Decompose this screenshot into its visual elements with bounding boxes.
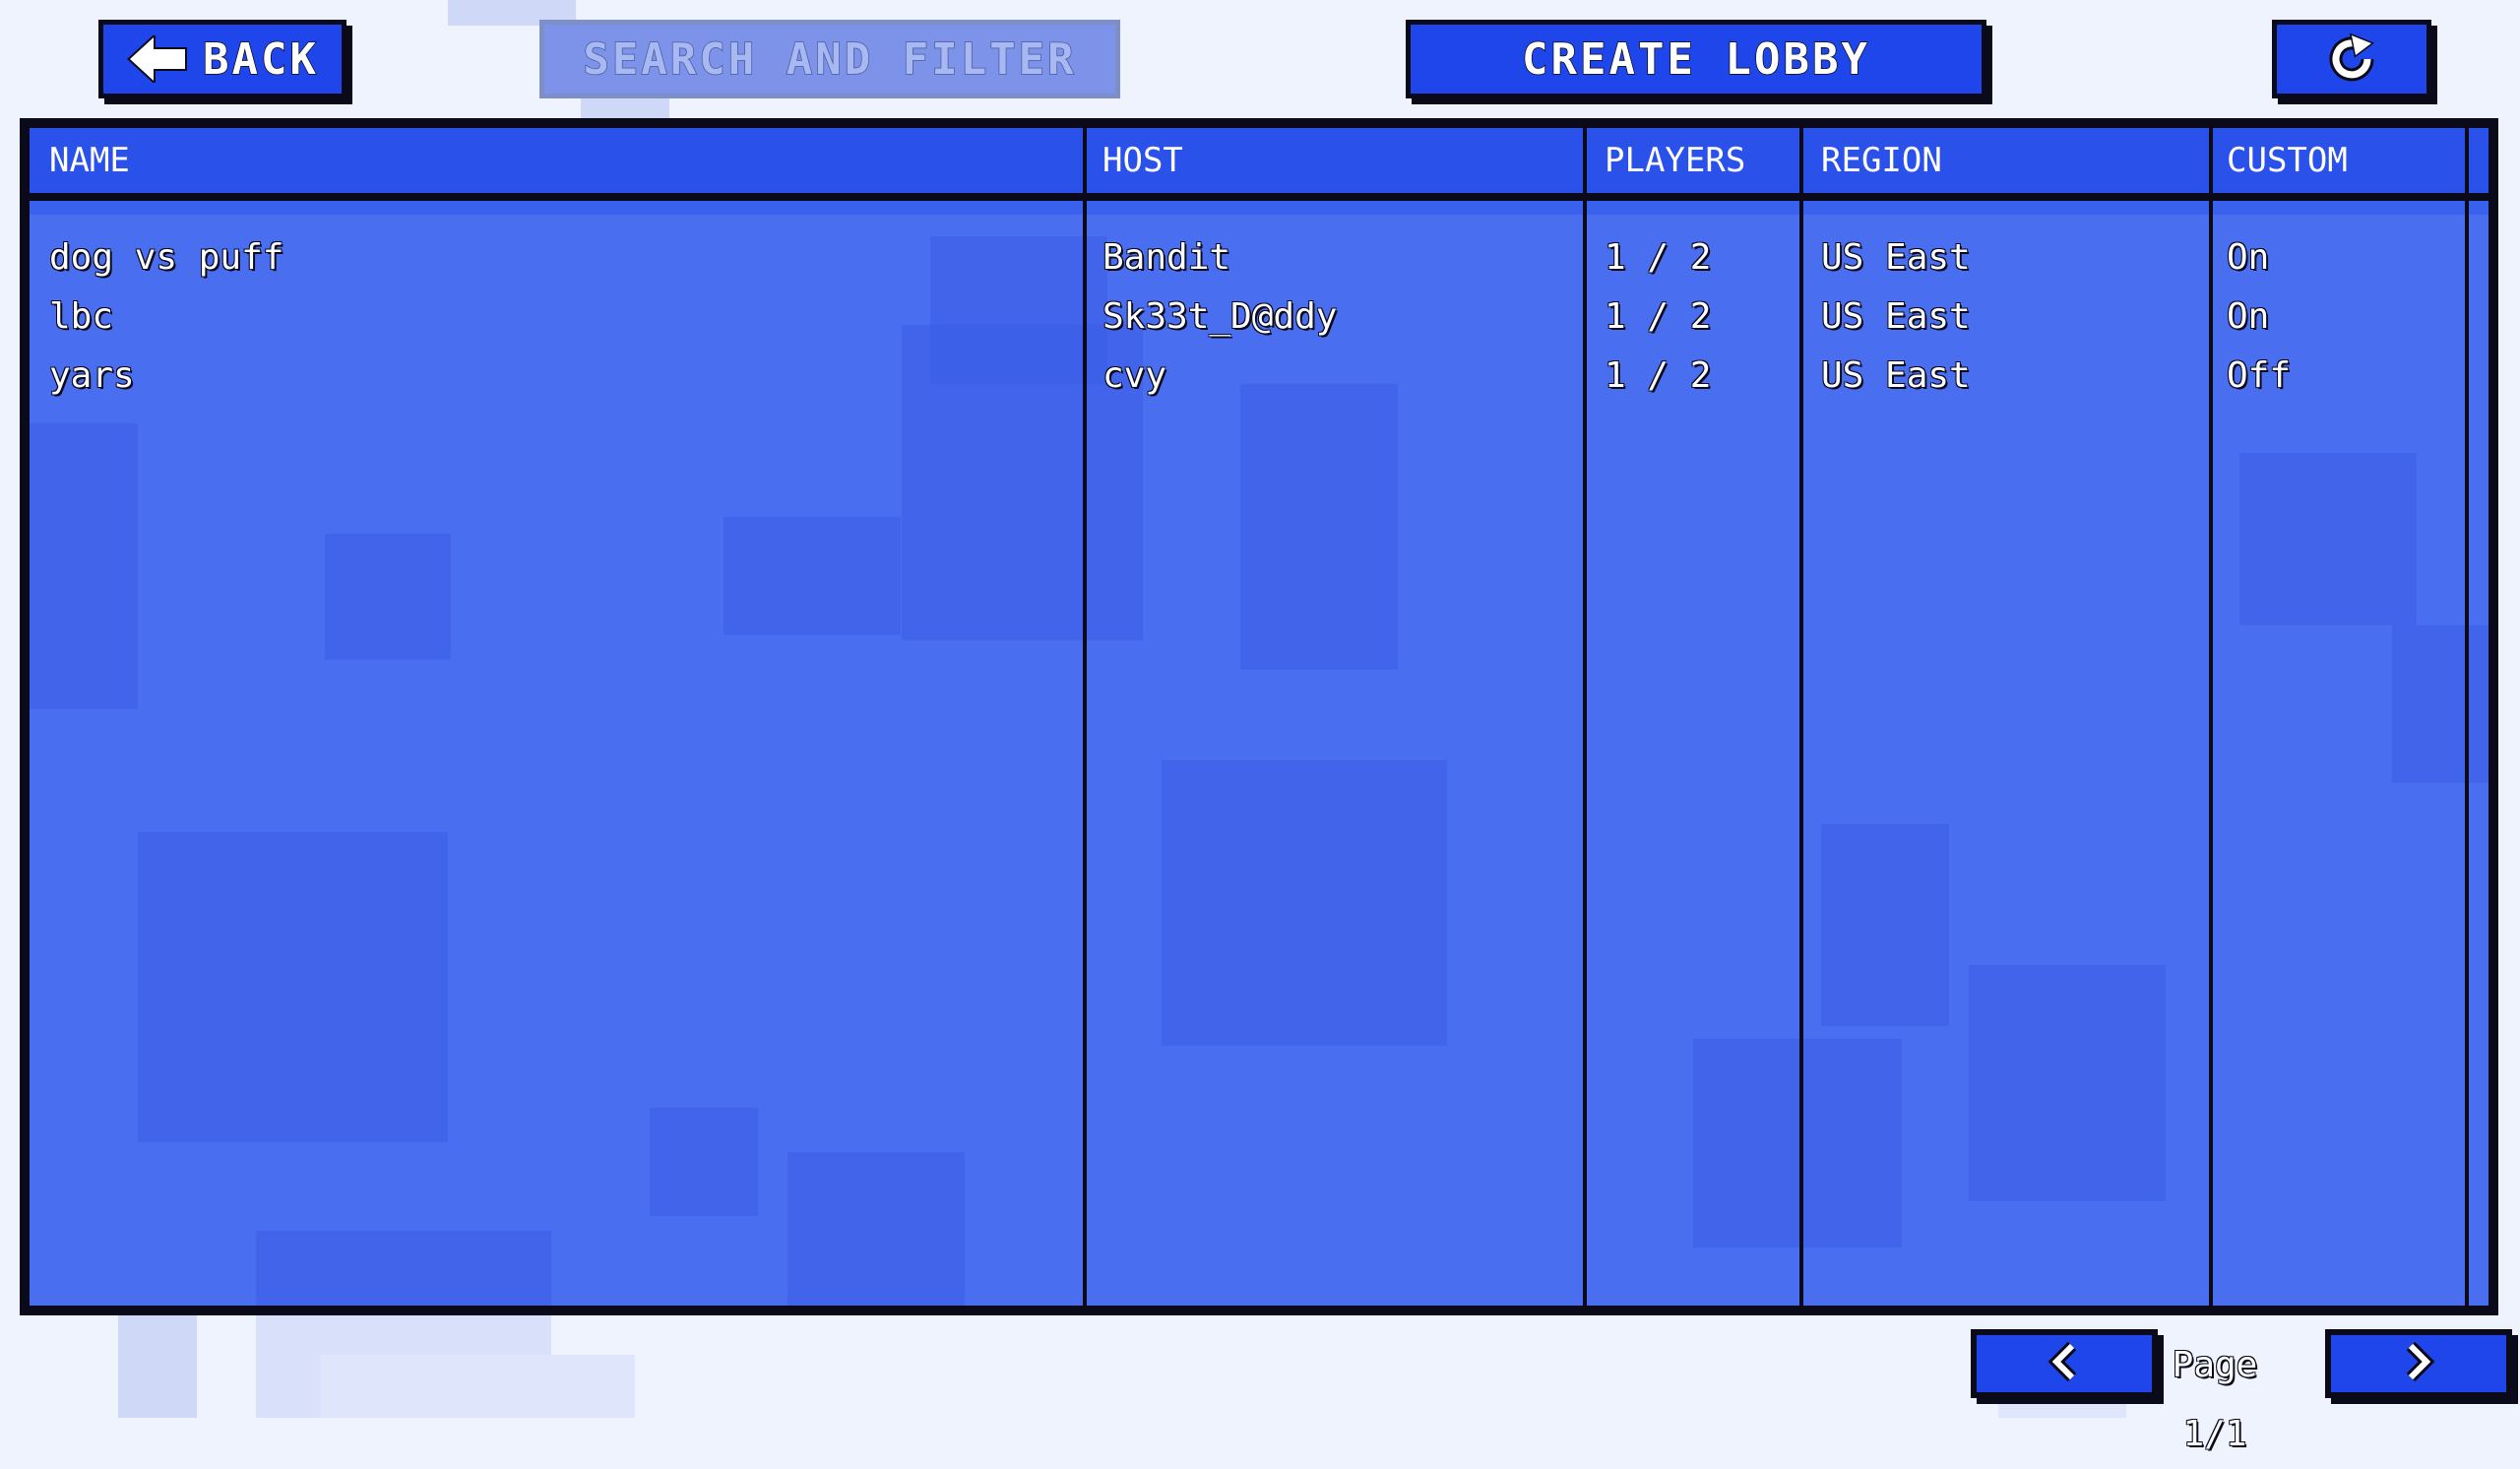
cell-name: yars	[49, 355, 135, 396]
decor-square	[138, 832, 448, 1142]
cell-host: cvy	[1102, 355, 1167, 396]
cell-custom: On	[2227, 237, 2270, 278]
cell-region: US East	[1821, 296, 1971, 337]
decor-square	[1969, 965, 2166, 1201]
cell-region: US East	[1821, 237, 1971, 278]
table-row[interactable]: yars cvy 1 / 2 US East Off	[30, 347, 2488, 406]
column-header-players[interactable]: PLAYERS	[1605, 128, 1745, 193]
decor-square	[30, 423, 138, 709]
decor-square	[2392, 625, 2488, 783]
chevron-right-icon	[2401, 1341, 2436, 1385]
column-header-name[interactable]: NAME	[49, 128, 130, 193]
cell-region: US East	[1821, 355, 1971, 396]
cell-host: Sk33t_D@ddy	[1102, 296, 1338, 337]
chevron-left-icon	[2047, 1341, 2082, 1385]
back-label: BACK	[202, 33, 319, 86]
back-button[interactable]: BACK	[98, 20, 346, 98]
search-and-filter-label: SEARCH AND FILTER	[583, 33, 1077, 86]
decor-square	[1162, 760, 1447, 1046]
cell-name: lbc	[49, 296, 114, 337]
lobby-table: NAME HOST PLAYERS REGION CUSTOM dog vs p…	[20, 118, 2498, 1315]
create-lobby-label: CREATE LOBBY	[1521, 33, 1870, 86]
search-and-filter-button[interactable]: SEARCH AND FILTER	[539, 20, 1120, 98]
header-divider	[30, 201, 2488, 215]
cell-name: dog vs puff	[49, 237, 284, 278]
background-square	[320, 1355, 635, 1418]
create-lobby-button[interactable]: CREATE LOBBY	[1406, 20, 1986, 98]
cell-players: 1 / 2	[1605, 237, 1712, 278]
page-indicator: Page 1/1	[2172, 1345, 2258, 1454]
arrow-left-icon	[126, 35, 189, 83]
table-row[interactable]: lbc Sk33t_D@ddy 1 / 2 US East On	[30, 287, 2488, 347]
background-square	[118, 1315, 197, 1418]
column-header-region[interactable]: REGION	[1821, 128, 1942, 193]
decor-square	[325, 534, 451, 660]
cell-custom: Off	[2227, 355, 2292, 396]
table-row[interactable]: dog vs puff Bandit 1 / 2 US East On	[30, 228, 2488, 287]
previous-page-button[interactable]	[1971, 1329, 2158, 1398]
column-header-host[interactable]: HOST	[1102, 128, 1183, 193]
decor-square	[2239, 453, 2417, 625]
table-header: NAME HOST PLAYERS REGION CUSTOM	[30, 128, 2488, 201]
cell-players: 1 / 2	[1605, 296, 1712, 337]
decor-square	[256, 1231, 551, 1306]
cell-custom: On	[2227, 296, 2270, 337]
decor-square	[650, 1108, 758, 1216]
next-page-button[interactable]	[2325, 1329, 2512, 1398]
cell-players: 1 / 2	[1605, 355, 1712, 396]
column-header-custom[interactable]: CUSTOM	[2227, 128, 2348, 193]
decor-square	[1821, 824, 1949, 1026]
decor-square	[724, 517, 901, 635]
decor-square	[788, 1152, 965, 1306]
decor-square	[1693, 1039, 1902, 1247]
decor-square	[1240, 384, 1398, 670]
refresh-icon	[2326, 33, 2377, 85]
cell-host: Bandit	[1102, 237, 1231, 278]
refresh-button[interactable]	[2272, 20, 2431, 98]
